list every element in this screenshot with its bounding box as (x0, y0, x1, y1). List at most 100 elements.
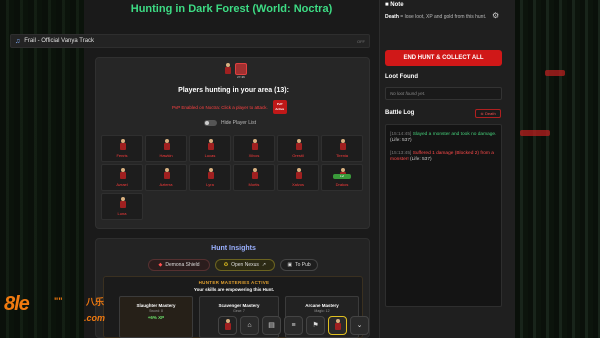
watermark-big: 8le (4, 293, 30, 315)
player-card[interactable]: Orestil (277, 135, 319, 162)
player-card[interactable]: Luna (101, 193, 143, 220)
open-nexus-label: Open Nexus (231, 262, 259, 268)
player-sprite (119, 168, 127, 180)
note-title: Note (390, 2, 404, 8)
player-card[interactable]: Azterra (145, 164, 187, 191)
player-sprite (119, 139, 127, 151)
player-card[interactable]: Lvl Drakos (321, 164, 363, 191)
side-panel: ■ Note ⚙ Death = lose loot, XP and gold … (379, 0, 515, 338)
player-name: Xalvos (291, 182, 304, 187)
menu-button[interactable]: ≡ (284, 315, 303, 335)
expand-button[interactable]: ⌄ (350, 315, 369, 335)
player-card[interactable]: Xalvos (277, 164, 319, 191)
mastery-heading: HUNTER MASTERIES ACTIVE (198, 280, 270, 285)
mastery-bonus: +6% XP (147, 315, 165, 320)
player-card[interactable]: Xilvos (233, 135, 275, 162)
pub-icon: ▣ (287, 262, 293, 268)
mastery-sub: Sword: 8 (149, 309, 163, 313)
demona-shield-button[interactable]: ◆ Demona Shield (148, 259, 210, 271)
battle-log-title: Battle Log (385, 110, 415, 116)
player-name: Hawkin (159, 153, 173, 158)
to-pub-label: To Pub (295, 262, 311, 268)
map-button[interactable]: ⚑ (306, 315, 325, 335)
player-name: Azrael (116, 182, 128, 187)
player-sprite (207, 139, 215, 151)
watermark-small: "" (54, 296, 63, 306)
hide-player-list-toggle[interactable]: Hide Player List (204, 120, 256, 126)
pvp-text: PvP Enabled on Noctra: Click a player to… (172, 104, 268, 110)
player-card[interactable]: Mortis (233, 164, 275, 191)
player-name: Drakos (335, 182, 349, 187)
players-heading: Players hunting in your area (13): (178, 87, 289, 94)
watermark-logo: 8le "" 八乐 .com (4, 293, 129, 338)
map-icon: ⚑ (312, 322, 319, 329)
goblin-icon (235, 63, 247, 75)
bottom-toolbar: ⌂ ▤ ≡ ⚑ ⌄ (218, 315, 380, 335)
player-name: Lucas (204, 153, 216, 158)
player-name: Xilvos (248, 153, 260, 158)
log-text: Slayed a monster and took no damage. (412, 132, 497, 137)
player-name: Lyra (206, 182, 214, 187)
music-toggle[interactable]: OFF (357, 39, 365, 44)
watermark-com: .com (84, 313, 106, 323)
player-avatar (224, 63, 232, 75)
avatar-icon (224, 319, 232, 331)
chevron-down-icon: ⌄ (356, 322, 363, 329)
mastery-sub: Gear: 7 (233, 309, 245, 313)
my-character: 27-36 (224, 63, 247, 79)
player-card[interactable]: Lucas (189, 135, 231, 162)
external-link-icon: ↗ (261, 262, 267, 268)
player-card[interactable]: Lyra (189, 164, 231, 191)
mastery-title: Slaughter Mastery (136, 303, 176, 308)
companion-button[interactable] (328, 315, 347, 335)
home-button[interactable]: ⌂ (240, 315, 259, 335)
watermark-cn: 八乐 (86, 297, 105, 307)
player-sprite (163, 139, 171, 151)
log-life: (Life: 537) (410, 157, 432, 162)
note-heading: ■ Note (385, 2, 404, 8)
background-glow (545, 70, 565, 76)
skull-icon: ☠ (480, 111, 484, 116)
player-sprite (295, 168, 303, 180)
pvp-badge: PvP Active (272, 100, 287, 114)
demona-shield-label: Demona Shield (165, 262, 200, 268)
player-card[interactable]: Tirenia (321, 135, 363, 162)
log-timestamp: [15:13:45] (390, 151, 412, 156)
background-forest-left (0, 0, 84, 338)
background-forest-right (515, 0, 600, 338)
inventory-icon: ▤ (268, 322, 275, 329)
death-label: Death (485, 111, 496, 116)
music-track-title: Frail - Official Vanya Track (24, 38, 95, 44)
background-glow (520, 130, 550, 136)
loot-title: Loot Found (385, 74, 418, 80)
music-note-icon: ♫ (15, 37, 21, 45)
log-entry: [15:14:45] Slayed a monster and took no … (390, 132, 498, 144)
player-card[interactable]: Hawkin (145, 135, 187, 162)
to-pub-button[interactable]: ▣ To Pub (280, 259, 318, 271)
open-nexus-button[interactable]: ✪ Open Nexus ↗ (215, 259, 275, 271)
death-button[interactable]: ☠ Death (475, 109, 501, 118)
note-text: Death = lose loot, XP and gold from this… (385, 14, 503, 21)
inventory-button[interactable]: ▤ (262, 315, 281, 335)
music-player[interactable]: ♫ Frail - Official Vanya Track OFF (10, 34, 370, 48)
end-hunt-button[interactable]: END HUNT & COLLECT ALL (385, 50, 502, 66)
toggle-switch[interactable] (204, 120, 217, 126)
note-body: = lose loot, XP and gold from this hunt. (398, 14, 487, 20)
player-sprite (207, 168, 215, 180)
nexus-icon: ✪ (223, 262, 229, 268)
insights-title: Hunt Insights (211, 245, 256, 252)
hide-player-list-label: Hide Player List (221, 120, 257, 126)
player-sprite (251, 168, 259, 180)
note-bold: Death (385, 14, 399, 20)
character-avatar-button[interactable] (218, 315, 237, 335)
player-name: Azterra (159, 182, 173, 187)
player-card[interactable]: Fenris (101, 135, 143, 162)
loot-box: No loot found yet. (385, 87, 502, 100)
player-sprite (339, 139, 347, 151)
mastery-subheading: Your skills are empowering this Hunt. (193, 287, 275, 292)
my-level: 27-36 (237, 75, 245, 79)
battle-log: [15:14:45] Slayed a monster and took no … (385, 124, 502, 307)
slaughter-mastery-card: Slaughter Mastery Sword: 8 +6% XP (119, 296, 193, 338)
log-timestamp: [15:14:45] (390, 132, 412, 137)
player-card[interactable]: Azrael (101, 164, 143, 191)
